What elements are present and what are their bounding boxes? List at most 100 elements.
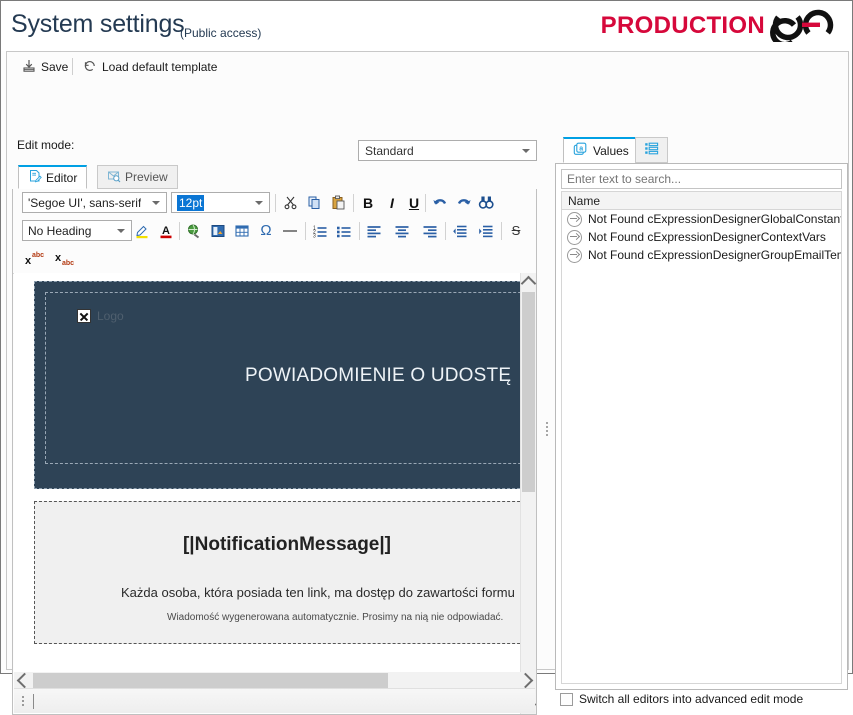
cut-icon[interactable]: [279, 192, 301, 213]
font-color-icon[interactable]: A: [155, 220, 177, 241]
font-size-value: 12pt: [177, 194, 205, 211]
save-button[interactable]: Save: [19, 57, 71, 77]
chevron-right-icon: [517, 672, 533, 689]
table-row[interactable]: Not Found cExpressionDesignerContextVars: [562, 228, 841, 246]
horizontal-rule-icon[interactable]: [279, 220, 301, 241]
heading-select[interactable]: No Heading: [22, 220, 132, 241]
broken-image-icon: [77, 309, 91, 323]
tab-preview[interactable]: Preview: [97, 165, 178, 189]
edit-mode-select[interactable]: Standard: [358, 140, 537, 161]
svg-text:x: x: [55, 252, 62, 264]
tab-values[interactable]: a Values: [563, 137, 639, 163]
font-family-select[interactable]: 'Segoe UI', sans-serif: [22, 192, 167, 213]
editor-vertical-scrollbar[interactable]: [520, 273, 537, 714]
font-size-select[interactable]: 12pt: [171, 192, 270, 213]
template-body-title: [|NotificationMessage|]: [182, 534, 392, 555]
load-default-template-button[interactable]: Load default template: [80, 57, 220, 77]
bullet-list-icon[interactable]: [333, 220, 355, 241]
undo-circle-icon: [83, 59, 97, 76]
toolbar-divider: [305, 222, 306, 240]
bold-icon[interactable]: B: [357, 192, 379, 213]
highlight-pen-icon[interactable]: [131, 220, 153, 241]
subscript-icon[interactable]: x abc: [54, 248, 76, 269]
tab-list-grid[interactable]: [635, 137, 668, 163]
strikethrough-icon[interactable]: S: [505, 220, 527, 241]
editor-horizontal-scrollbar[interactable]: [14, 672, 535, 689]
document-edit-icon: [28, 169, 42, 186]
redo-icon[interactable]: [453, 192, 475, 213]
save-icon: [22, 59, 36, 76]
column-header-name: Name: [568, 193, 601, 208]
email-template-document: Logo POWIADOMIENIE O UDOSTĘ [|Notificati…: [14, 273, 520, 644]
logo-placeholder: Logo: [77, 309, 124, 323]
underline-icon[interactable]: U: [403, 192, 425, 213]
insert-image-icon[interactable]: [207, 220, 229, 241]
vertical-scroll-thumb[interactable]: [522, 292, 535, 492]
font-family-value: 'Segoe UI', sans-serif: [28, 195, 142, 210]
toolbar-divider: [275, 194, 276, 212]
splitter-grip: [543, 420, 551, 438]
advanced-edit-mode-checkbox[interactable]: [560, 692, 573, 706]
toolbar-divider: [425, 194, 426, 212]
editor-canvas[interactable]: Logo POWIADOMIENIE O UDOSTĘ [|Notificati…: [14, 273, 535, 714]
table-row[interactable]: Not Found cExpressionDesignerGlobalConst…: [562, 210, 841, 228]
svg-text:a: a: [579, 145, 583, 152]
panel-splitter[interactable]: [543, 165, 551, 715]
svg-text:abc: abc: [32, 252, 44, 259]
outdent-icon[interactable]: [449, 220, 471, 241]
advanced-edit-mode-row[interactable]: Switch all editors into advanced edit mo…: [555, 690, 848, 708]
paste-icon[interactable]: [327, 192, 349, 213]
brand-logo: PRODUCTION: [600, 9, 842, 47]
editor-tabstrip: Editor Preview: [12, 165, 537, 190]
insert-table-icon[interactable]: [231, 220, 253, 241]
template-header-block: Logo POWIADOMIENIE O UDOSTĘ: [34, 281, 520, 489]
load-default-template-label: Load default template: [102, 60, 218, 74]
horizontal-scroll-thumb[interactable]: [33, 673, 388, 688]
editor-panel: Editor Preview 'Segoe UI', sans-serif 12…: [12, 165, 537, 715]
save-label: Save: [41, 60, 69, 74]
align-left-icon[interactable]: [363, 220, 385, 241]
page-title: System settings: [11, 10, 185, 38]
search-input[interactable]: [561, 169, 842, 189]
row-label: Not Found cExpressionDesignerContextVars: [588, 230, 826, 244]
align-center-icon[interactable]: [391, 220, 413, 241]
special-character-icon[interactable]: Ω: [255, 220, 277, 241]
scroll-right-button[interactable]: [517, 672, 535, 689]
strikethrough-label: S: [511, 223, 521, 238]
undo-icon[interactable]: [429, 192, 451, 213]
tab-editor-label: Editor: [46, 170, 78, 185]
application-window: System settings (Public access) PRODUCTI…: [0, 0, 853, 715]
toolbar-row-1: 'Segoe UI', sans-serif 12pt B I U: [13, 189, 536, 217]
table-row[interactable]: Not Found cExpressionDesignerGroupEmailT…: [562, 246, 841, 264]
copy-icon[interactable]: [303, 192, 325, 213]
toolbar-divider: [501, 222, 502, 240]
svg-text:3: 3: [313, 233, 316, 238]
chevron-left-icon: [16, 672, 32, 689]
chevron-down-icon: [152, 200, 160, 205]
scroll-up-button[interactable]: [520, 273, 537, 291]
chevron-down-icon: [255, 200, 263, 205]
italic-icon[interactable]: I: [381, 192, 403, 213]
list-grid-icon: [644, 141, 659, 159]
go-arrow-icon: [567, 211, 582, 227]
chevron-down-icon: [522, 148, 530, 153]
grid-column-header[interactable]: Name: [561, 191, 842, 210]
values-a-icon: a: [573, 142, 588, 160]
template-hero-title: POWIADOMIENIE O UDOSTĘ: [245, 365, 512, 386]
indent-icon[interactable]: [475, 220, 497, 241]
brand-text: PRODUCTION: [600, 12, 765, 39]
toolbar-divider: [445, 222, 446, 240]
insert-link-icon[interactable]: [183, 220, 205, 241]
resize-grip[interactable]: [22, 696, 25, 707]
toolbar-row-2: No Heading A Ω 1 2 3 S: [13, 217, 536, 245]
tab-editor[interactable]: Editor: [18, 165, 88, 189]
superscript-icon[interactable]: x abc: [24, 248, 46, 269]
go-arrow-icon: [567, 229, 582, 245]
template-body-footer: Wiadomość wygenerowana automatycznie. Pr…: [167, 612, 504, 623]
find-icon[interactable]: [475, 192, 497, 213]
numbered-list-icon[interactable]: 1 2 3: [309, 220, 331, 241]
scroll-left-button[interactable]: [14, 672, 32, 689]
command-bar-divider: [72, 58, 73, 75]
align-right-icon[interactable]: [419, 220, 441, 241]
edit-mode-value: Standard: [365, 143, 414, 158]
